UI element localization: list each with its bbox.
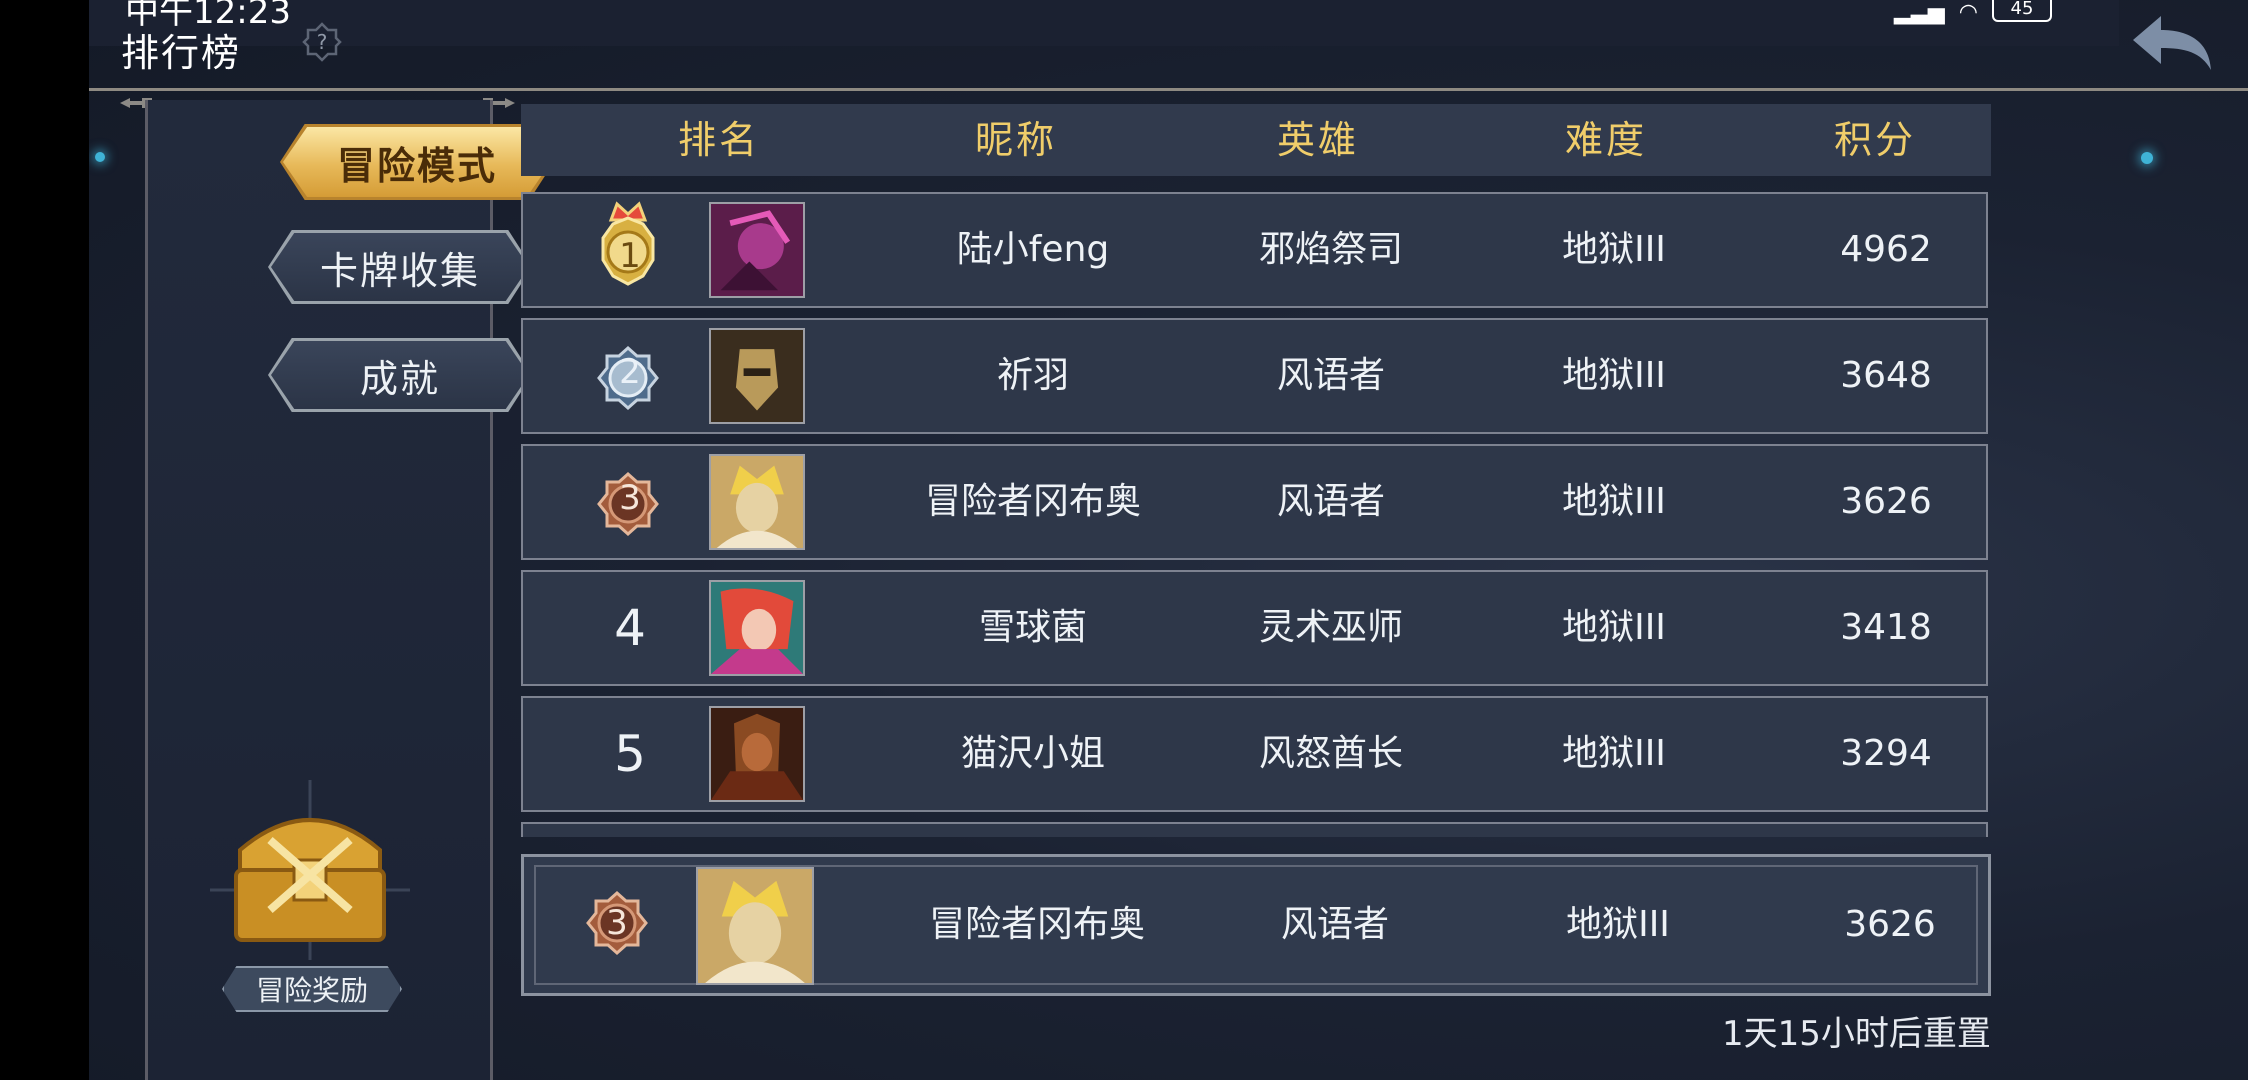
tab-adventure-mode[interactable]: 冒险模式 xyxy=(280,124,554,200)
player-score: 4962 xyxy=(1840,229,1932,270)
column-hero: 英雄 xyxy=(1276,118,1360,162)
player-difficulty: 地狱III xyxy=(1562,355,1666,396)
player-score: 3294 xyxy=(1840,733,1932,774)
svg-text:?: ? xyxy=(317,30,328,54)
player-difficulty: 地狱III xyxy=(1562,229,1666,270)
leaderboard-row[interactable]: 5 猫沢小姐 风怒酋长 地狱III 3294 xyxy=(521,696,1988,812)
treasure-chest-icon[interactable] xyxy=(210,780,410,960)
background-star xyxy=(95,152,105,162)
status-icons: ▂▃▅ ◠ 45 xyxy=(1894,0,2052,25)
rank-number: 4 xyxy=(614,599,646,657)
page-title: 排行榜 xyxy=(121,31,242,75)
hero-avatar-masked-warrior xyxy=(709,328,805,424)
my-hero-avatar xyxy=(696,867,814,985)
column-rank: 排名 xyxy=(677,118,761,162)
leaderboard-row-partial[interactable] xyxy=(521,822,1988,837)
tab-card-collection[interactable]: 卡牌收集 xyxy=(268,230,532,304)
rank-number: 3 xyxy=(619,478,641,518)
background-star xyxy=(2141,152,2153,164)
rank-number: 1 xyxy=(619,236,641,276)
player-nickname: 陆小feng xyxy=(956,229,1110,270)
my-rank-number: 3 xyxy=(606,903,628,943)
player-difficulty: 地狱III xyxy=(1562,481,1666,522)
column-score: 积分 xyxy=(1833,118,1917,162)
player-difficulty: 地狱III xyxy=(1562,607,1666,648)
player-difficulty: 地狱III xyxy=(1562,733,1666,774)
hero-avatar-tribal-chief xyxy=(709,706,805,802)
player-score: 3648 xyxy=(1840,355,1932,396)
leaderboard-list[interactable]: 1 陆小feng 邪焰祭司 地狱III 4962 2 祈羽 风语者 地狱III … xyxy=(521,192,1992,837)
player-nickname: 冒险者冈布奥 xyxy=(924,481,1142,522)
rank-number: 2 xyxy=(619,352,641,392)
player-hero: 灵术巫师 xyxy=(1258,607,1404,648)
player-nickname: 雪球菌 xyxy=(978,607,1088,648)
status-bar xyxy=(89,0,2119,46)
leaderboard-row[interactable]: 2 祈羽 风语者 地狱III 3648 xyxy=(521,318,1988,434)
adventure-reward-label[interactable]: 冒险奖励 xyxy=(222,966,402,1012)
my-difficulty: 地狱III xyxy=(1566,904,1670,945)
player-hero: 风语者 xyxy=(1276,481,1386,522)
my-rank-row[interactable]: 3 冒险者冈布奥 风语者 地狱III 3626 xyxy=(521,854,1991,996)
reset-countdown: 1天15小时后重置 xyxy=(1722,1014,1991,1054)
player-nickname: 祈羽 xyxy=(996,355,1070,396)
player-score: 3626 xyxy=(1840,481,1932,522)
header-divider xyxy=(89,88,2248,91)
leaderboard-header: 排名 昵称 英雄 难度 积分 xyxy=(521,104,1991,176)
wifi-icon: ◠ xyxy=(1958,0,1978,25)
leaderboard-row[interactable]: 1 陆小feng 邪焰祭司 地狱III 4962 xyxy=(521,192,1988,308)
tab-achievements[interactable]: 成就 xyxy=(268,338,532,412)
hero-avatar-red-haired-mage xyxy=(709,580,805,676)
column-difficulty: 难度 xyxy=(1564,118,1648,162)
tab-label: 冒险模式 xyxy=(336,143,497,188)
back-arrow-icon[interactable] xyxy=(2129,12,2215,76)
player-nickname: 猫沢小姐 xyxy=(960,733,1106,774)
help-icon[interactable]: ? xyxy=(302,22,342,62)
player-hero: 风语者 xyxy=(1276,355,1386,396)
my-nickname: 冒险者冈布奥 xyxy=(928,904,1146,945)
player-hero: 邪焰祭司 xyxy=(1258,229,1404,270)
rank-number: 5 xyxy=(614,725,646,783)
my-hero: 风语者 xyxy=(1280,904,1390,945)
player-hero: 风怒酋长 xyxy=(1258,733,1404,774)
signal-icon: ▂▃▅ xyxy=(1894,0,1945,25)
hero-avatar-blond-hero xyxy=(709,454,805,550)
leaderboard-row[interactable]: 3 冒险者冈布奥 风语者 地狱III 3626 xyxy=(521,444,1988,560)
player-score: 3418 xyxy=(1840,607,1932,648)
my-score: 3626 xyxy=(1844,904,1936,945)
column-nickname: 昵称 xyxy=(974,118,1058,162)
tab-label: 卡牌收集 xyxy=(319,248,480,293)
hero-avatar-purple-demon xyxy=(709,202,805,298)
tab-label: 成就 xyxy=(359,356,440,401)
battery-icon: 45 xyxy=(1991,0,2052,22)
leaderboard-row[interactable]: 4 雪球菌 灵术巫师 地狱III 3418 xyxy=(521,570,1988,686)
